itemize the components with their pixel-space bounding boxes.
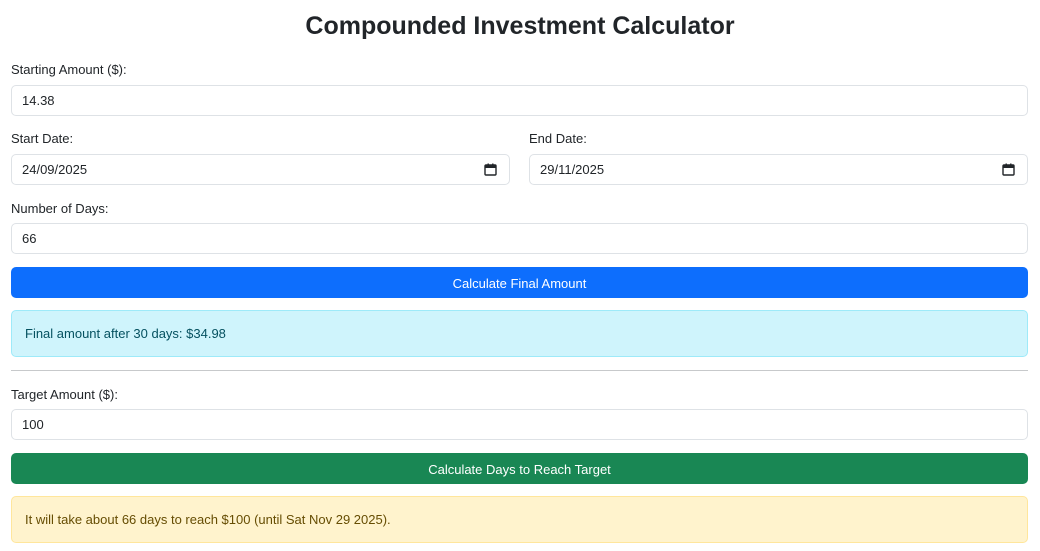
calendar-icon[interactable] — [484, 163, 497, 176]
start-date-value: 24/09/2025 — [22, 162, 88, 177]
starting-amount-input[interactable]: 14.38 — [11, 85, 1028, 116]
start-date-input[interactable]: 24/09/2025 — [11, 154, 510, 185]
days-to-target-result: It will take about 66 days to reach $100… — [11, 496, 1028, 543]
days-to-target-text: It will take about 66 days to reach $100… — [25, 512, 391, 527]
target-amount-value: 100 — [22, 417, 44, 432]
final-amount-text: Final amount after 30 days: $34.98 — [25, 326, 226, 341]
end-date-label: End Date: — [529, 131, 587, 146]
calculator-page: Compounded Investment Calculator Startin… — [0, 0, 1040, 551]
number-of-days-input[interactable]: 66 — [11, 223, 1028, 254]
calculate-final-amount-button[interactable]: Calculate Final Amount — [11, 267, 1028, 298]
starting-amount-label: Starting Amount ($): — [11, 62, 127, 77]
end-date-value: 29/11/2025 — [540, 162, 605, 177]
number-of-days-value: 66 — [22, 231, 37, 246]
page-title: Compounded Investment Calculator — [305, 12, 735, 40]
number-of-days-label: Number of Days: — [11, 201, 109, 216]
end-date-input[interactable]: 29/11/2025 — [529, 154, 1028, 185]
start-date-label: Start Date: — [11, 131, 74, 146]
target-amount-input[interactable]: 100 — [11, 409, 1028, 440]
target-amount-label: Target Amount ($): — [11, 387, 118, 402]
starting-amount-value: 14.38 — [22, 93, 55, 108]
final-amount-result: Final amount after 30 days: $34.98 — [11, 310, 1028, 357]
calculate-days-button[interactable]: Calculate Days to Reach Target — [11, 453, 1028, 484]
calendar-icon[interactable] — [1002, 163, 1015, 176]
section-divider — [11, 370, 1028, 371]
